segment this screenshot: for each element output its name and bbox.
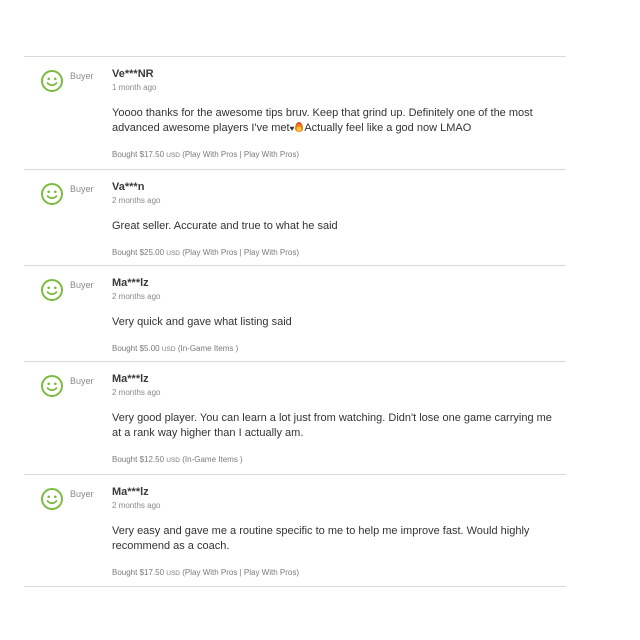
review-text: Very good player. You can learn a lot ju… — [112, 412, 552, 439]
purchase-currency: USD — [166, 457, 181, 464]
reviewer-role: Buyer — [70, 280, 94, 290]
purchase-amount: Bought $17.50 — [112, 150, 165, 159]
purchase-currency: USD — [166, 250, 181, 257]
purchase-currency: USD — [166, 570, 181, 577]
reviewer-name: Ma***lz — [112, 373, 149, 385]
purchase-category: (Play With Pros | Play With Pros) — [182, 248, 300, 257]
fire-icon — [295, 122, 304, 132]
review-item: Buyer Va***n 2 months ago Great seller. … — [24, 170, 566, 266]
purchase-currency: USD — [166, 152, 181, 159]
reviewer-name: Ve***NR — [112, 68, 154, 80]
review-item: Buyer Ma***lz 2 months ago Very quick an… — [24, 266, 566, 362]
smiley-face-icon — [40, 278, 64, 302]
heart-icon: ♥ — [289, 124, 295, 133]
smiley-face-icon — [40, 182, 64, 206]
review-time: 2 months ago — [112, 388, 161, 397]
review-text: Very quick and gave what listing said — [112, 316, 292, 328]
purchase-currency: USD — [161, 346, 176, 353]
review-text: Yoooo thanks for the awesome tips bruv. … — [112, 106, 564, 136]
purchase-info: Bought $12.50 USD (In-Game Items ) — [112, 454, 566, 466]
purchase-info: Bought $5.00 USD (In-Game Items ) — [112, 343, 566, 355]
review-text-part: Actually feel like a god now LMAO — [304, 122, 472, 134]
reviewer-role: Buyer — [70, 489, 94, 499]
purchase-amount: Bought $25.00 — [112, 248, 165, 257]
review-item: Buyer Ve***NR 1 month ago Yoooo thanks f… — [24, 57, 566, 170]
purchase-amount: Bought $12.50 — [112, 455, 165, 464]
review-time: 2 months ago — [112, 501, 161, 510]
purchase-category: (In-Game Items ) — [177, 344, 239, 353]
purchase-info: Bought $17.50 USD (Play With Pros | Play… — [112, 567, 566, 579]
review-time: 1 month ago — [112, 83, 157, 92]
review-time: 2 months ago — [112, 292, 161, 301]
reviewer-name: Ma***lz — [112, 486, 149, 498]
purchase-category: (Play With Pros | Play With Pros) — [182, 568, 300, 577]
reviewer-role: Buyer — [70, 184, 94, 194]
reviewer-name: Ma***lz — [112, 277, 149, 289]
purchase-amount: Bought $17.50 — [112, 568, 165, 577]
review-item: Buyer Ma***lz 2 months ago Very easy and… — [24, 475, 566, 587]
reviewer-role: Buyer — [70, 376, 94, 386]
purchase-info: Bought $25.00 USD (Play With Pros | Play… — [112, 247, 566, 259]
reviews-list: Buyer Ve***NR 1 month ago Yoooo thanks f… — [24, 56, 566, 587]
reviewer-role: Buyer — [70, 71, 94, 81]
smiley-face-icon — [40, 487, 64, 511]
review-text: Very easy and gave me a routine specific… — [112, 525, 530, 552]
purchase-category: (Play With Pros | Play With Pros) — [182, 150, 300, 159]
purchase-category: (In-Game Items ) — [182, 455, 243, 464]
review-time: 2 months ago — [112, 196, 161, 205]
reviewer-name: Va***n — [112, 181, 145, 193]
review-item: Buyer Ma***lz 2 months ago Very good pla… — [24, 362, 566, 475]
purchase-amount: Bought $5.00 — [112, 344, 160, 353]
smiley-face-icon — [40, 374, 64, 398]
review-text: Great seller. Accurate and true to what … — [112, 220, 338, 232]
smiley-face-icon — [40, 69, 64, 93]
purchase-info: Bought $17.50 USD (Play With Pros | Play… — [112, 149, 566, 161]
